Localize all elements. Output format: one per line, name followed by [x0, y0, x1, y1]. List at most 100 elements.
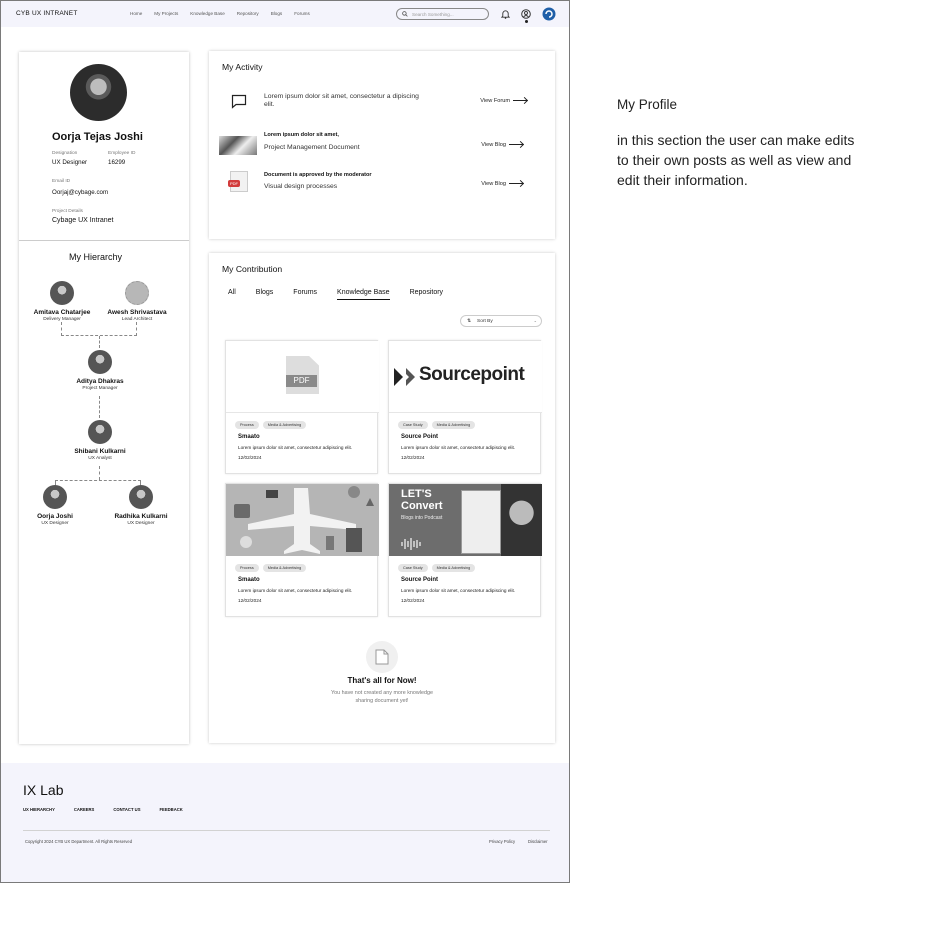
brand-logo[interactable]: CYB UX INTRANET [16, 10, 78, 17]
tag[interactable]: Case Study [398, 564, 428, 572]
activity-item[interactable]: Lorem ipsum dolor sit amet, consectetur … [219, 91, 549, 121]
knowledge-card[interactable]: Process Media & Advertising Smaato Lorem… [225, 483, 379, 617]
knowledge-card[interactable]: LET'S Convert Blogs into Podcast Case St… [388, 483, 542, 617]
user-icon[interactable] [521, 9, 531, 19]
hierarchy-role: UX Designer [127, 521, 155, 526]
knowledge-card[interactable]: Sourcepoint Case Study Media & Advertisi… [388, 340, 542, 474]
tag-list: Case Study Media & Advertising [398, 421, 479, 429]
empty-state-text: You have not created any more knowledge … [209, 689, 555, 705]
card-image: LET'S Convert Blogs into Podcast [389, 484, 542, 556]
tag[interactable]: Case Study [398, 421, 428, 429]
tag[interactable]: Process [235, 564, 259, 572]
project-label: Project Details [52, 209, 83, 214]
sort-label: Sort By [477, 319, 493, 324]
tag-list: Process Media & Advertising [235, 421, 310, 429]
employee-id-label: Employee ID [108, 151, 136, 156]
hierarchy-name: Oorja Joshi [37, 513, 73, 520]
tab-blogs[interactable]: Blogs [256, 289, 274, 300]
arrow-right-icon [509, 183, 523, 185]
document-icon [375, 649, 389, 665]
empty-state-icon [366, 641, 398, 673]
email-label: Email ID [52, 179, 71, 184]
hierarchy-connector [99, 336, 100, 348]
tag-list: Case Study Media & Advertising [398, 564, 479, 572]
hierarchy-node[interactable]: Aditya Dhakras Project Manager [55, 350, 145, 391]
profile-divider [19, 240, 189, 241]
top-navbar: CYB UX INTRANET Home My Projects Knowled… [1, 1, 569, 27]
footer: IX Lab UX HIERARCHY CAREERS CONTACT US F… [1, 763, 569, 882]
card-description: Lorem ipsum dolor sit amet, consectetur … [238, 588, 353, 593]
footer-link-ux-hierarchy[interactable]: UX HIERARCHY [23, 807, 55, 812]
activity-heading: Document is approved by the moderator [264, 172, 372, 178]
author-photo [501, 484, 542, 556]
activity-item[interactable]: PDF Document is approved by the moderato… [219, 170, 549, 200]
app-logo-icon[interactable] [542, 7, 556, 21]
card-description: Lorem ipsum dolor sit amet, consectetur … [401, 445, 516, 450]
tab-all[interactable]: All [228, 289, 236, 300]
view-blog-link[interactable]: View Blog [481, 142, 523, 148]
main-nav: Home My Projects Knowledge Base Reposito… [130, 11, 322, 16]
nav-knowledge-base[interactable]: Knowledge Base [190, 11, 224, 16]
hierarchy-node[interactable]: Oorja Joshi UX Designer [10, 485, 100, 526]
view-link-label: View Blog [481, 142, 506, 148]
profile-avatar[interactable] [70, 64, 127, 121]
hierarchy-node[interactable]: Awesh Shrivastava Lead Architect [92, 281, 182, 322]
tag-list: Process Media & Advertising [235, 564, 310, 572]
card-title: Smaato [238, 434, 260, 440]
app-frame: CYB UX INTRANET Home My Projects Knowled… [0, 0, 570, 883]
podcast-subtitle: Blogs into Podcast [401, 515, 443, 521]
tag[interactable]: Media & Advertising [262, 564, 307, 572]
footer-logo[interactable]: IX Lab [23, 782, 63, 798]
nav-blogs[interactable]: Blogs [271, 11, 283, 16]
avatar [129, 485, 153, 509]
copyright-text: Copyright 2024 CYB UX Department. All Ri… [25, 839, 133, 844]
tag[interactable]: Media & Advertising [262, 421, 307, 429]
profile-card: Oorja Tejas Joshi Designation UX Designe… [19, 52, 189, 744]
card-image [226, 484, 379, 556]
tab-forums[interactable]: Forums [293, 289, 317, 300]
hierarchy-title: My Hierarchy [69, 252, 123, 262]
pdf-icon-label: PDF [228, 180, 240, 187]
tab-knowledge-base[interactable]: Knowledge Base [337, 289, 390, 300]
contribution-tabs: All Blogs Forums Knowledge Base Reposito… [228, 289, 463, 300]
tag[interactable]: Media & Advertising [431, 421, 476, 429]
disclaimer-link[interactable]: Disclaimer [528, 839, 548, 844]
tag[interactable]: Process [235, 421, 259, 429]
card-image: Sourcepoint [389, 341, 542, 413]
view-link-label: View Forum [480, 98, 510, 104]
annotation-title: My Profile [617, 97, 678, 112]
podcast-headline: LET'S Convert [401, 488, 443, 512]
view-forum-link[interactable]: View Forum [480, 98, 527, 104]
activity-item[interactable]: Lorem ipsum dolor sit amet, Project Mana… [219, 131, 549, 161]
hierarchy-node[interactable]: Shibani Kulkarni UX Analyst [55, 420, 145, 461]
sort-dropdown[interactable]: ⇅ Sort By ⌄ [460, 315, 542, 327]
tag[interactable]: Media & Advertising [431, 564, 476, 572]
avatar [43, 485, 67, 509]
avatar [125, 281, 149, 305]
hierarchy-role: UX Designer [41, 521, 69, 526]
hierarchy-node[interactable]: Radhika Kulkarni UX Designer [96, 485, 186, 526]
chevron-down-icon: ⌄ [533, 318, 537, 323]
view-blog-link[interactable]: View Blog [481, 181, 523, 187]
chat-icon [231, 94, 247, 109]
activity-text: Project Management Document [264, 144, 360, 151]
hierarchy-name: Aditya Dhakras [76, 378, 124, 385]
book-cover [461, 490, 501, 554]
empty-state-line: sharing document yet! [355, 698, 409, 704]
footer-link-contact-us[interactable]: CONTACT US [113, 807, 140, 812]
nav-repository[interactable]: Repository [237, 11, 259, 16]
knowledge-card[interactable]: PDF Process Media & Advertising Smaato L… [225, 340, 379, 474]
privacy-policy-link[interactable]: Privacy Policy [489, 839, 515, 844]
footer-link-feedback[interactable]: FEEDBACK [160, 807, 183, 812]
footer-link-careers[interactable]: CAREERS [74, 807, 94, 812]
bell-icon[interactable] [501, 9, 510, 19]
nav-home[interactable]: Home [130, 11, 142, 16]
nav-my-projects[interactable]: My Projects [154, 11, 178, 16]
tab-repository[interactable]: Repository [410, 289, 443, 300]
employee-id-value: 16299 [108, 159, 126, 166]
nav-forums[interactable]: Forums [294, 11, 310, 16]
search-input[interactable]: Search Something... [396, 8, 489, 20]
designation-value: UX Designer [52, 159, 88, 166]
empty-state-title: That's all for Now! [347, 676, 417, 685]
hierarchy-name: Shibani Kulkarni [74, 448, 126, 455]
